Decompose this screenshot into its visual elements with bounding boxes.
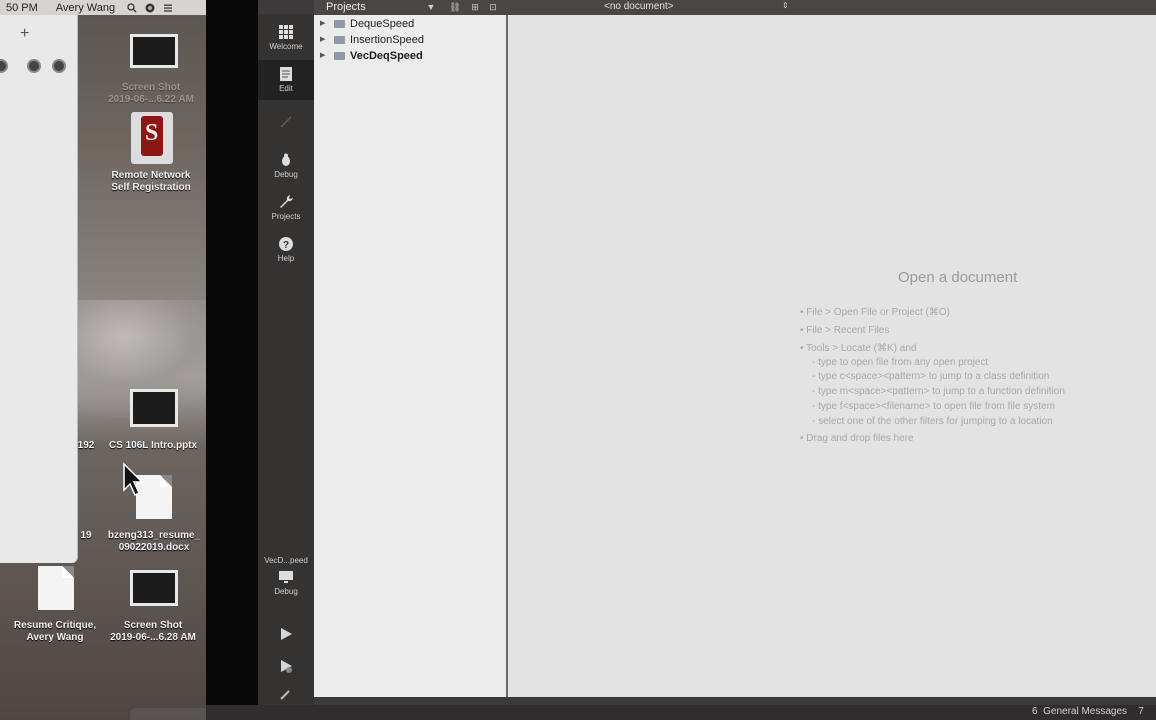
grid-icon bbox=[279, 25, 293, 39]
expand-arrow-icon[interactable]: ▶ bbox=[320, 35, 325, 43]
desktop-partial-label: 19 bbox=[80, 530, 92, 541]
stanford-logo-icon[interactable]: S bbox=[131, 112, 173, 164]
desktop-icon-label: bzeng313_resume_ 09022019.docx bbox=[107, 530, 201, 553]
play-icon bbox=[281, 628, 292, 640]
hint-line: - select one of the other filters for ju… bbox=[812, 416, 1053, 427]
add-icon[interactable]: + bbox=[20, 25, 29, 43]
mode-debug[interactable]: Debug bbox=[258, 152, 314, 179]
mode-projects[interactable]: Projects bbox=[258, 194, 314, 221]
screenshot-thumbnail-icon[interactable] bbox=[130, 570, 178, 606]
hint-line: - type f<space><filename> to open file f… bbox=[812, 401, 1055, 412]
open-document-title: Open a document bbox=[898, 269, 1018, 286]
desktop-icon-label: Screen Shot 2019-06-...6.22 AM bbox=[108, 82, 194, 105]
project-item[interactable]: ▶ DequeSpeed bbox=[314, 17, 506, 33]
edit-document-icon bbox=[280, 67, 292, 81]
filter-icon[interactable]: ▼ bbox=[426, 2, 436, 12]
qt-creator-window: Welcome Edit Debug Projects ? Help VecD.… bbox=[258, 0, 1156, 705]
editor-toolbar: Projects ▼ ⛓ ⊞ ⊡ <no document> ⇕ bbox=[314, 0, 1156, 15]
split-icon[interactable]: ⊞ bbox=[470, 2, 480, 12]
run-button[interactable] bbox=[258, 626, 314, 644]
projects-pane-title: Projects bbox=[326, 1, 366, 13]
panel-circle-icon[interactable] bbox=[0, 59, 8, 73]
hint-line: • File > Open File or Project (⌘O) bbox=[800, 307, 950, 318]
document-selector[interactable]: <no document> bbox=[604, 1, 674, 12]
expand-arrow-icon[interactable]: ▶ bbox=[320, 51, 325, 59]
link-icon[interactable]: ⛓ bbox=[448, 2, 462, 12]
general-messages-tab[interactable]: General Messages bbox=[1043, 706, 1127, 717]
close-pane-icon[interactable]: ⊡ bbox=[488, 2, 498, 12]
folder-icon bbox=[334, 52, 345, 60]
presentation-file-icon[interactable] bbox=[130, 389, 178, 427]
menubar-clock[interactable]: 50 PM bbox=[6, 2, 38, 14]
debug-run-button[interactable] bbox=[258, 658, 314, 676]
hint-line: - type m<space><pattern> to jump to a fu… bbox=[812, 386, 1065, 397]
target-selector[interactable]: VecD...peed Debug bbox=[258, 556, 314, 596]
mouse-cursor-icon bbox=[123, 462, 144, 497]
desktop-icon-label: CS 106L Intro.pptx bbox=[108, 440, 198, 451]
folder-icon bbox=[334, 36, 345, 44]
chevron-updown-icon[interactable]: ⇕ bbox=[782, 1, 789, 10]
mode-help[interactable]: ? Help bbox=[258, 236, 314, 263]
document-file-icon[interactable] bbox=[38, 566, 74, 610]
desktop-partial-label: 192 bbox=[77, 440, 95, 451]
expand-arrow-icon[interactable]: ▶ bbox=[320, 19, 325, 27]
project-tree: ▶ DequeSpeed ▶ InsertionSpeed ▶ VecDeqSp… bbox=[314, 15, 506, 697]
target-name: VecD...peed bbox=[264, 556, 308, 565]
mode-edit[interactable]: Edit bbox=[258, 60, 314, 100]
monitor-icon bbox=[279, 571, 293, 583]
hint-line: • File > Recent Files bbox=[800, 325, 890, 336]
floating-panel: + bbox=[0, 15, 78, 563]
hint-line: - type to open file from any open projec… bbox=[812, 357, 989, 368]
siri-icon[interactable] bbox=[145, 3, 155, 13]
qt-statusbar: 6 General Messages 7 bbox=[206, 705, 1156, 720]
mode-design[interactable] bbox=[258, 114, 314, 132]
hint-line: • Drag and drop files here bbox=[800, 433, 914, 444]
notification-center-icon[interactable] bbox=[163, 3, 173, 13]
window-gap bbox=[206, 0, 258, 720]
desktop: 50 PM Avery Wang + Screen Shot 2019-06-..… bbox=[0, 0, 206, 720]
mac-menubar: 50 PM Avery Wang bbox=[0, 0, 206, 15]
screenshot-thumbnail-icon[interactable] bbox=[130, 34, 178, 68]
project-item-active[interactable]: ▶ VecDeqSpeed bbox=[314, 49, 506, 65]
desktop-icon-label: Screen Shot 2019-06-...6.28 AM bbox=[110, 620, 196, 643]
pen-icon bbox=[280, 116, 292, 128]
debug-play-icon bbox=[281, 660, 292, 673]
panel-circle-icon[interactable] bbox=[27, 59, 41, 73]
mode-selector: Welcome Edit Debug Projects ? Help VecD.… bbox=[258, 14, 314, 705]
hammer-icon bbox=[280, 690, 290, 700]
editor-area[interactable]: Open a document • File > Open File or Pr… bbox=[508, 15, 1156, 697]
build-button[interactable] bbox=[258, 686, 314, 704]
mode-welcome[interactable]: Welcome bbox=[258, 24, 314, 51]
hint-line: • Tools > Locate (⌘K) and bbox=[800, 343, 917, 354]
spotlight-search-icon[interactable] bbox=[127, 2, 137, 13]
help-icon: ? bbox=[279, 237, 293, 251]
output-pane-tabs[interactable]: 6 General Messages 7 bbox=[1032, 706, 1144, 717]
hint-line: - type c<space><pattern> to jump to a cl… bbox=[812, 371, 1050, 382]
desktop-icon-label: Resume Critique, Avery Wang bbox=[13, 620, 97, 643]
desktop-icon-label: Remote Network Self Registration bbox=[111, 170, 191, 193]
folder-icon bbox=[334, 20, 345, 28]
project-item[interactable]: ▶ InsertionSpeed bbox=[314, 33, 506, 49]
svg-text:?: ? bbox=[283, 240, 289, 251]
menubar-user[interactable]: Avery Wang bbox=[56, 2, 115, 14]
wrench-icon bbox=[280, 195, 293, 208]
panel-circle-icon[interactable] bbox=[52, 59, 66, 73]
bug-icon bbox=[282, 153, 290, 166]
